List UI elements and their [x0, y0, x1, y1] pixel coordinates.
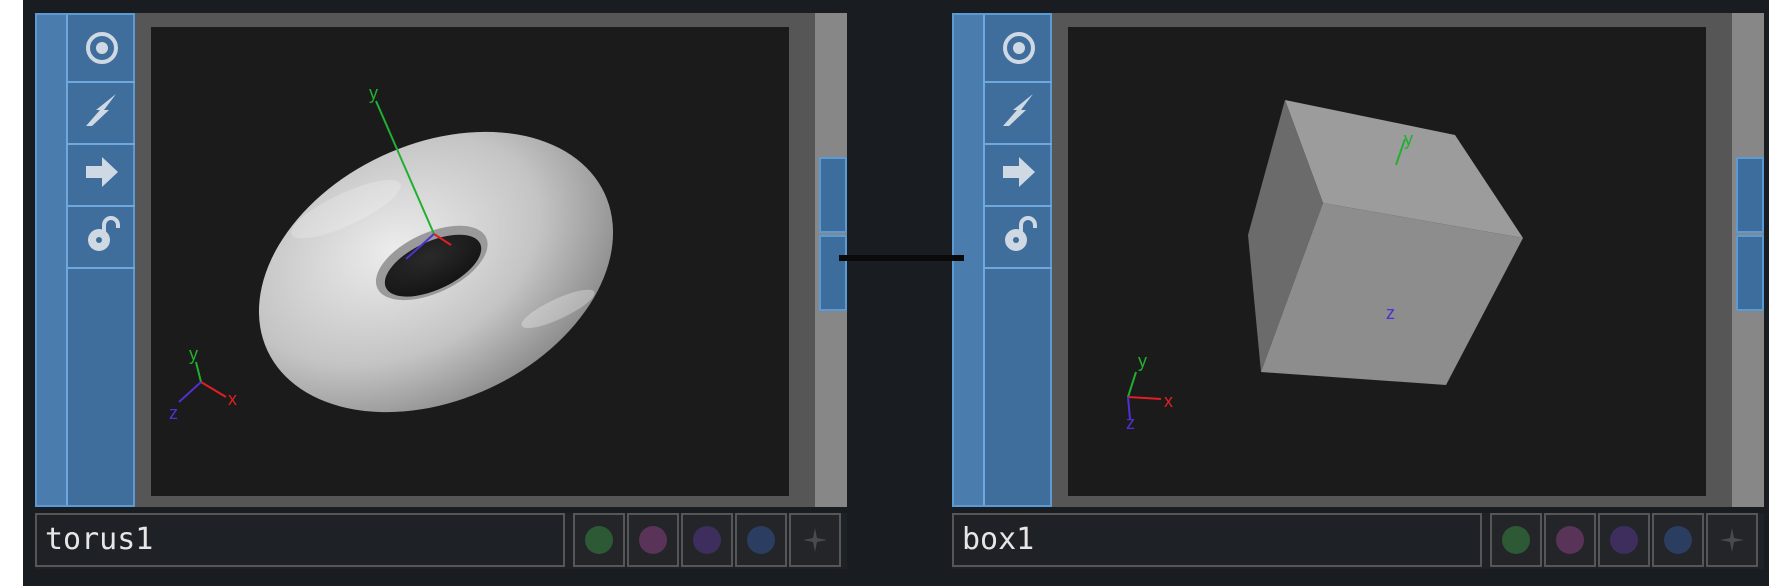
axis-y-label: y [369, 83, 378, 103]
gizmo-y-label: y [1138, 351, 1147, 371]
box-render: y z y x z [1126, 100, 1523, 433]
node-name-bar: box1 [952, 513, 1764, 569]
node-torus1[interactable]: y y x z torus1 [35, 13, 847, 578]
connection-wire[interactable] [839, 255, 964, 261]
network-canvas[interactable]: y y x z torus1 y z y x z box1 [23, 0, 1769, 586]
output-connector-strip [1732, 13, 1764, 507]
axis-z-label: z [1386, 303, 1395, 323]
output-connector-1[interactable] [1736, 157, 1764, 233]
bypass-arrow-icon[interactable] [68, 139, 135, 207]
viewer-active-icon[interactable] [985, 15, 1052, 83]
output-connector-1[interactable] [819, 157, 847, 233]
node-name-field[interactable]: box1 [952, 513, 1482, 567]
gizmo-z-label: z [169, 403, 178, 423]
blue-dot-icon[interactable] [735, 513, 787, 567]
lock-icon[interactable] [68, 201, 135, 269]
pink-dot-icon[interactable] [1544, 513, 1596, 567]
geometry-viewer[interactable]: y z y x z [1068, 27, 1706, 496]
output-connector-2[interactable] [1736, 235, 1764, 311]
pink-dot-icon[interactable] [627, 513, 679, 567]
cooking-icon[interactable] [68, 77, 135, 145]
node-name-bar: torus1 [35, 513, 847, 569]
gizmo-z-label: z [1126, 413, 1135, 433]
torus-render: y y x z [169, 83, 614, 423]
viewer-frame: y y x z [135, 13, 815, 507]
flag-strip [37, 15, 68, 505]
output-connector-2[interactable] [819, 235, 847, 311]
purple-dot-icon[interactable] [1598, 513, 1650, 567]
node-flags-panel [952, 13, 1052, 507]
plus-icon[interactable] [1706, 513, 1758, 567]
plus-icon[interactable] [789, 513, 841, 567]
green-dot-icon[interactable] [573, 513, 625, 567]
lock-icon[interactable] [985, 201, 1052, 269]
node-flags-panel [35, 13, 135, 507]
blue-dot-icon[interactable] [1652, 513, 1704, 567]
gizmo-x-label: x [1164, 391, 1173, 411]
purple-dot-icon[interactable] [681, 513, 733, 567]
green-dot-icon[interactable] [1490, 513, 1542, 567]
node-name-field[interactable]: torus1 [35, 513, 565, 567]
axis-y-label: y [1404, 129, 1413, 149]
bypass-arrow-icon[interactable] [985, 139, 1052, 207]
gizmo-x-label: x [228, 389, 237, 409]
cooking-icon[interactable] [985, 77, 1052, 145]
geometry-viewer[interactable]: y y x z [151, 27, 789, 496]
gizmo-y-label: y [189, 344, 198, 364]
viewer-frame: y z y x z [1052, 13, 1732, 507]
node-box1[interactable]: y z y x z box1 [952, 13, 1764, 578]
viewer-active-icon[interactable] [68, 15, 135, 83]
